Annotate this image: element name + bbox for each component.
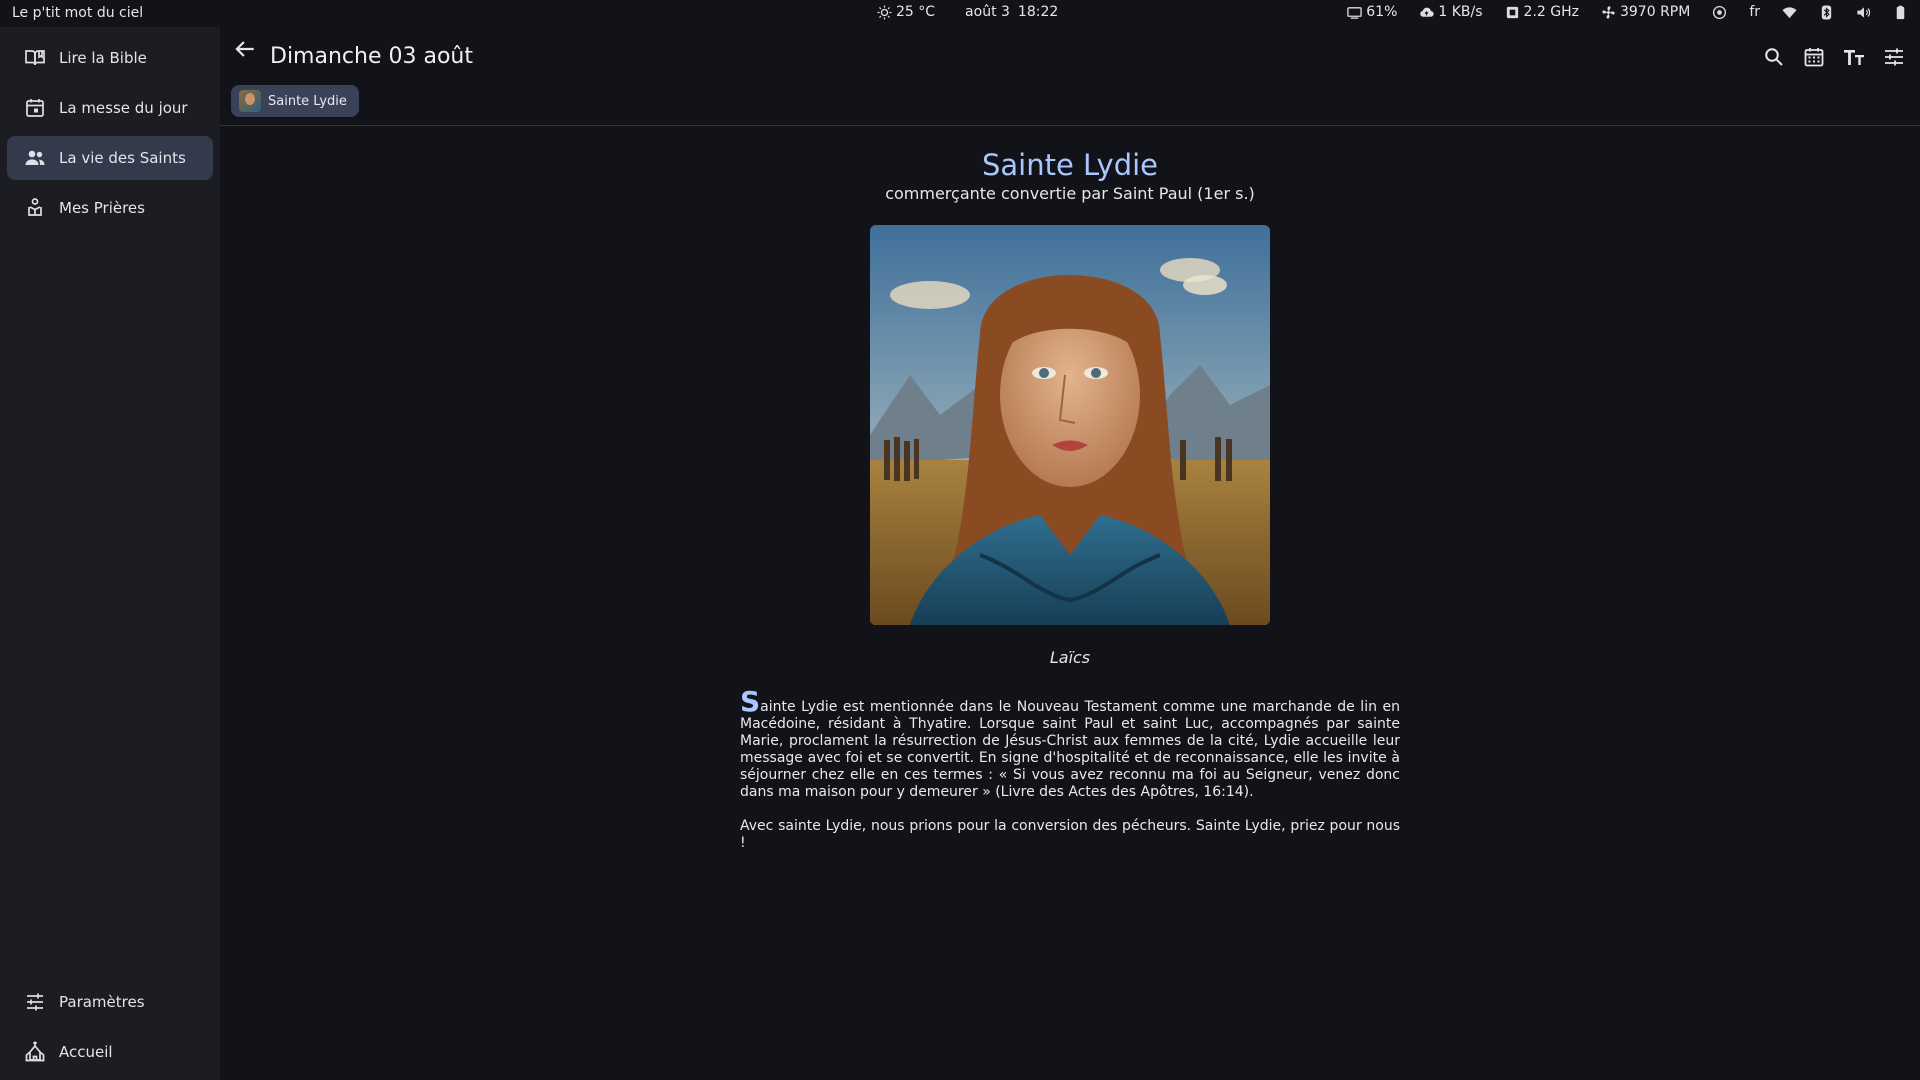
battery-saver-indicator[interactable]: 61% (1347, 4, 1397, 20)
people-icon (25, 150, 45, 165)
tune-icon (1885, 48, 1903, 66)
sidebar-item-label: Lire la Bible (59, 49, 147, 67)
bluetooth-icon[interactable] (1819, 4, 1834, 20)
saint-content: Sainte Lydie commerçante convertie par S… (220, 126, 1920, 1080)
main-area: Dimanche 03 août Sainte Lydie Sainte Lyd… (220, 27, 1920, 1080)
biography-paragraph-2: Avec sainte Lydie, nous prions pour la c… (740, 818, 1400, 851)
calendar-button[interactable] (1802, 45, 1826, 69)
language-indicator[interactable]: fr (1749, 4, 1760, 20)
temperature: 25 °C (896, 4, 936, 20)
saint-subtitle: commerçante convertie par Saint Paul (1e… (885, 184, 1255, 203)
cpu-icon (1506, 6, 1518, 18)
system-top-bar: Le p'tit mot du ciel 25 °C août 3 18:22 … (0, 0, 1920, 27)
text-size-icon (1844, 50, 1864, 65)
fan-indicator[interactable]: 3970 RPM (1601, 4, 1690, 20)
saint-chip[interactable]: Sainte Lydie (231, 85, 359, 117)
clock-area[interactable]: 25 °C août 3 18:22 (877, 4, 1058, 20)
sidebar-item-bible[interactable]: Lire la Bible (7, 36, 213, 80)
chip-label: Sainte Lydie (268, 93, 347, 109)
prayer-icon (28, 198, 42, 216)
calendar-grid-icon (1804, 48, 1824, 67)
portrait-image (870, 225, 1270, 625)
cpu-indicator[interactable]: 2.2 GHz (1505, 4, 1579, 20)
battery-saver-value: 61% (1366, 4, 1398, 20)
header-toolbar (1762, 45, 1906, 69)
text-size-button[interactable] (1842, 45, 1866, 69)
network-indicator[interactable]: 1 KB/s (1419, 4, 1483, 20)
settings-button[interactable] (1882, 45, 1906, 69)
sidebar-item-label: La vie des Saints (59, 149, 186, 167)
saint-category: Laïcs (1049, 648, 1091, 667)
saint-avatar (239, 90, 261, 112)
fan-icon (1602, 5, 1615, 19)
sun-icon (877, 4, 892, 20)
battery-icon[interactable] (1893, 5, 1908, 20)
wifi-icon[interactable] (1782, 5, 1797, 20)
calendar-icon (26, 99, 44, 117)
fan-value: 3970 RPM (1619, 4, 1691, 20)
sidebar-item-label: La messe du jour (59, 99, 188, 117)
app-title: Le p'tit mot du ciel (12, 5, 144, 21)
biography-paragraph-1: Sainte Lydie est mentionnée dans le Nouv… (740, 688, 1400, 801)
sidebar-item-messe[interactable]: La messe du jour (7, 86, 213, 130)
sidebar-item-label: Mes Prières (59, 199, 145, 217)
system-indicators: 61% 1 KB/s 2.2 GHz 3970 RPM fr (1347, 4, 1908, 20)
sidebar: Lire la Bible La messe du jour La vie de… (0, 27, 220, 1080)
sidebar-item-label: Paramètres (59, 993, 145, 1011)
sidebar-item-prieres[interactable]: Mes Prières (7, 186, 213, 230)
saint-portrait (870, 225, 1270, 625)
sidebar-item-label: Accueil (59, 1043, 113, 1061)
sidebar-item-accueil[interactable]: Accueil (7, 1030, 213, 1074)
cpu-value: 2.2 GHz (1523, 4, 1579, 20)
network-value: 1 KB/s (1438, 4, 1483, 20)
drop-cap: S (740, 685, 761, 718)
time-label: 18:22 (1017, 4, 1059, 20)
weather-indicator[interactable]: 25 °C (877, 4, 935, 20)
book-open-icon (25, 50, 45, 66)
church-icon (25, 1041, 45, 1062)
monitor-icon (1347, 6, 1362, 19)
saint-name: Sainte Lydie (981, 148, 1158, 182)
saint-biography: Sainte Lydie est mentionnée dans le Nouv… (740, 688, 1400, 869)
page-title: Dimanche 03 août (270, 44, 473, 69)
search-button[interactable] (1762, 45, 1786, 69)
back-arrow-icon[interactable] (232, 36, 258, 62)
sliders-icon (27, 993, 43, 1011)
sidebar-item-saints[interactable]: La vie des Saints (7, 136, 213, 180)
volume-icon[interactable] (1856, 5, 1871, 20)
sidebar-item-parametres[interactable]: Paramètres (7, 980, 213, 1024)
search-icon (1765, 48, 1783, 66)
paragraph-1-text: ainte Lydie est mentionnée dans le Nouve… (740, 699, 1400, 800)
accessibility-icon[interactable] (1712, 5, 1727, 20)
cloud-upload-icon (1420, 7, 1435, 17)
app-header: Dimanche 03 août (220, 27, 1920, 71)
date-label: août 3 (965, 4, 1010, 20)
